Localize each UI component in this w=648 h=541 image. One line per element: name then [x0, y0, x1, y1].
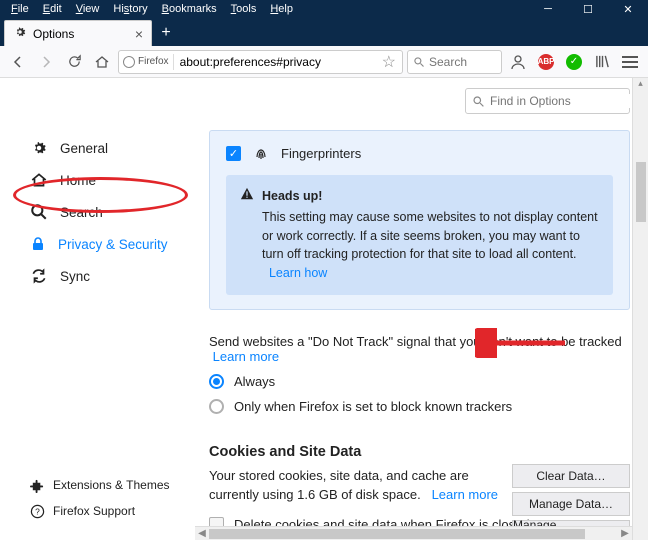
alert-learn-link[interactable]: Learn how [269, 266, 327, 280]
scroll-up-icon[interactable]: ▴ [633, 78, 648, 90]
search-input[interactable] [429, 55, 489, 69]
gear-icon [13, 25, 27, 42]
tab-close-icon[interactable]: × [135, 26, 143, 42]
dnt-radio-always[interactable]: Always [209, 374, 630, 389]
nav-privacy[interactable]: Privacy & Security [25, 228, 195, 260]
forward-button[interactable] [34, 50, 58, 74]
minimize-button[interactable]: ─ [528, 0, 568, 18]
reload-button[interactable] [62, 50, 86, 74]
nav-home[interactable]: Home [25, 164, 195, 196]
alert-body: This setting may cause some websites to … [262, 210, 598, 262]
dnt-radio-block[interactable]: Only when Firefox is set to block known … [209, 399, 630, 414]
library-icon[interactable] [590, 50, 614, 74]
radio-button[interactable] [209, 399, 224, 414]
main-content: ✓ Fingerprinters Heads up! This setting … [195, 78, 648, 540]
menu-view[interactable]: View [69, 3, 107, 15]
menu-bookmarks[interactable]: Bookmarks [155, 3, 224, 15]
dnt-section: Send websites a "Do Not Track" signal th… [209, 334, 630, 414]
dnt-learn-link[interactable]: Learn more [213, 349, 279, 364]
menu-file[interactable]: File [4, 3, 36, 15]
scroll-right-icon[interactable]: ▶ [618, 528, 632, 539]
nav-general[interactable]: General [25, 132, 195, 164]
alert-box: Heads up! This setting may cause some we… [226, 175, 613, 295]
question-icon: ? [30, 504, 45, 519]
url-bar[interactable]: Firefox ☆ [118, 50, 403, 74]
menu-edit[interactable]: Edit [36, 3, 69, 15]
menu-button[interactable] [618, 50, 642, 74]
cookies-title: Cookies and Site Data [209, 444, 630, 460]
sidebar: General Home Search Privacy & Security S… [0, 78, 195, 540]
menu-history[interactable]: History [106, 3, 154, 15]
warning-icon [240, 187, 254, 201]
fingerprinters-checkbox[interactable]: ✓ [226, 146, 241, 161]
new-tab-button[interactable]: + [152, 20, 180, 46]
fingerprint-icon [253, 145, 269, 161]
tracking-card: ✓ Fingerprinters Heads up! This setting … [209, 130, 630, 310]
bookmark-star-icon[interactable]: ☆ [376, 52, 402, 72]
manage-data-button[interactable]: Manage Data… [512, 492, 630, 516]
identity-box[interactable]: Firefox [119, 56, 173, 68]
radio-button[interactable] [209, 374, 224, 389]
back-button[interactable] [6, 50, 30, 74]
shield-icon[interactable]: ✓ [562, 50, 586, 74]
account-icon[interactable] [506, 50, 530, 74]
window-controls: ─ ☐ ✕ [528, 0, 648, 18]
cookies-learn-link[interactable]: Learn more [432, 487, 498, 502]
nav-sync[interactable]: Sync [25, 260, 195, 292]
nav-search[interactable]: Search [25, 196, 195, 228]
abp-icon[interactable]: ABP [534, 50, 558, 74]
gear-icon [30, 139, 48, 157]
fingerprinters-label: Fingerprinters [281, 146, 361, 161]
scroll-left-icon[interactable]: ◀ [195, 528, 209, 539]
svg-text:?: ? [35, 506, 40, 516]
home-button[interactable] [90, 50, 114, 74]
search-bar[interactable] [407, 50, 502, 74]
nav-extensions[interactable]: Extensions & Themes [25, 472, 170, 498]
puzzle-icon [30, 478, 45, 493]
sync-icon [30, 267, 48, 285]
cookies-desc: Your stored cookies, site data, and cach… [209, 468, 469, 503]
horizontal-scrollbar[interactable]: ◀ ▶ [195, 526, 632, 540]
alert-title: Heads up! [262, 187, 599, 206]
scrollbar-thumb[interactable] [209, 529, 585, 539]
vertical-scrollbar[interactable]: ▴ [632, 78, 648, 540]
menu-help[interactable]: Help [263, 3, 300, 15]
dnt-text: Send websites a "Do Not Track" signal th… [209, 334, 622, 349]
menu-tools[interactable]: Tools [224, 3, 264, 15]
maximize-button[interactable]: ☐ [568, 0, 608, 18]
url-input[interactable] [174, 51, 376, 73]
lock-icon [30, 236, 46, 252]
search-icon [413, 56, 425, 68]
clear-data-button[interactable]: Clear Data… [512, 464, 630, 488]
home-icon [30, 171, 48, 189]
nav-support[interactable]: ? Firefox Support [25, 498, 170, 524]
close-button[interactable]: ✕ [608, 0, 648, 18]
scrollbar-thumb[interactable] [636, 162, 646, 222]
toolbar: Firefox ☆ ABP ✓ [0, 46, 648, 78]
tab-title: Options [33, 27, 74, 41]
tab-strip: Options × + [0, 18, 648, 46]
tab-options[interactable]: Options × [4, 20, 152, 46]
search-icon [30, 203, 48, 221]
